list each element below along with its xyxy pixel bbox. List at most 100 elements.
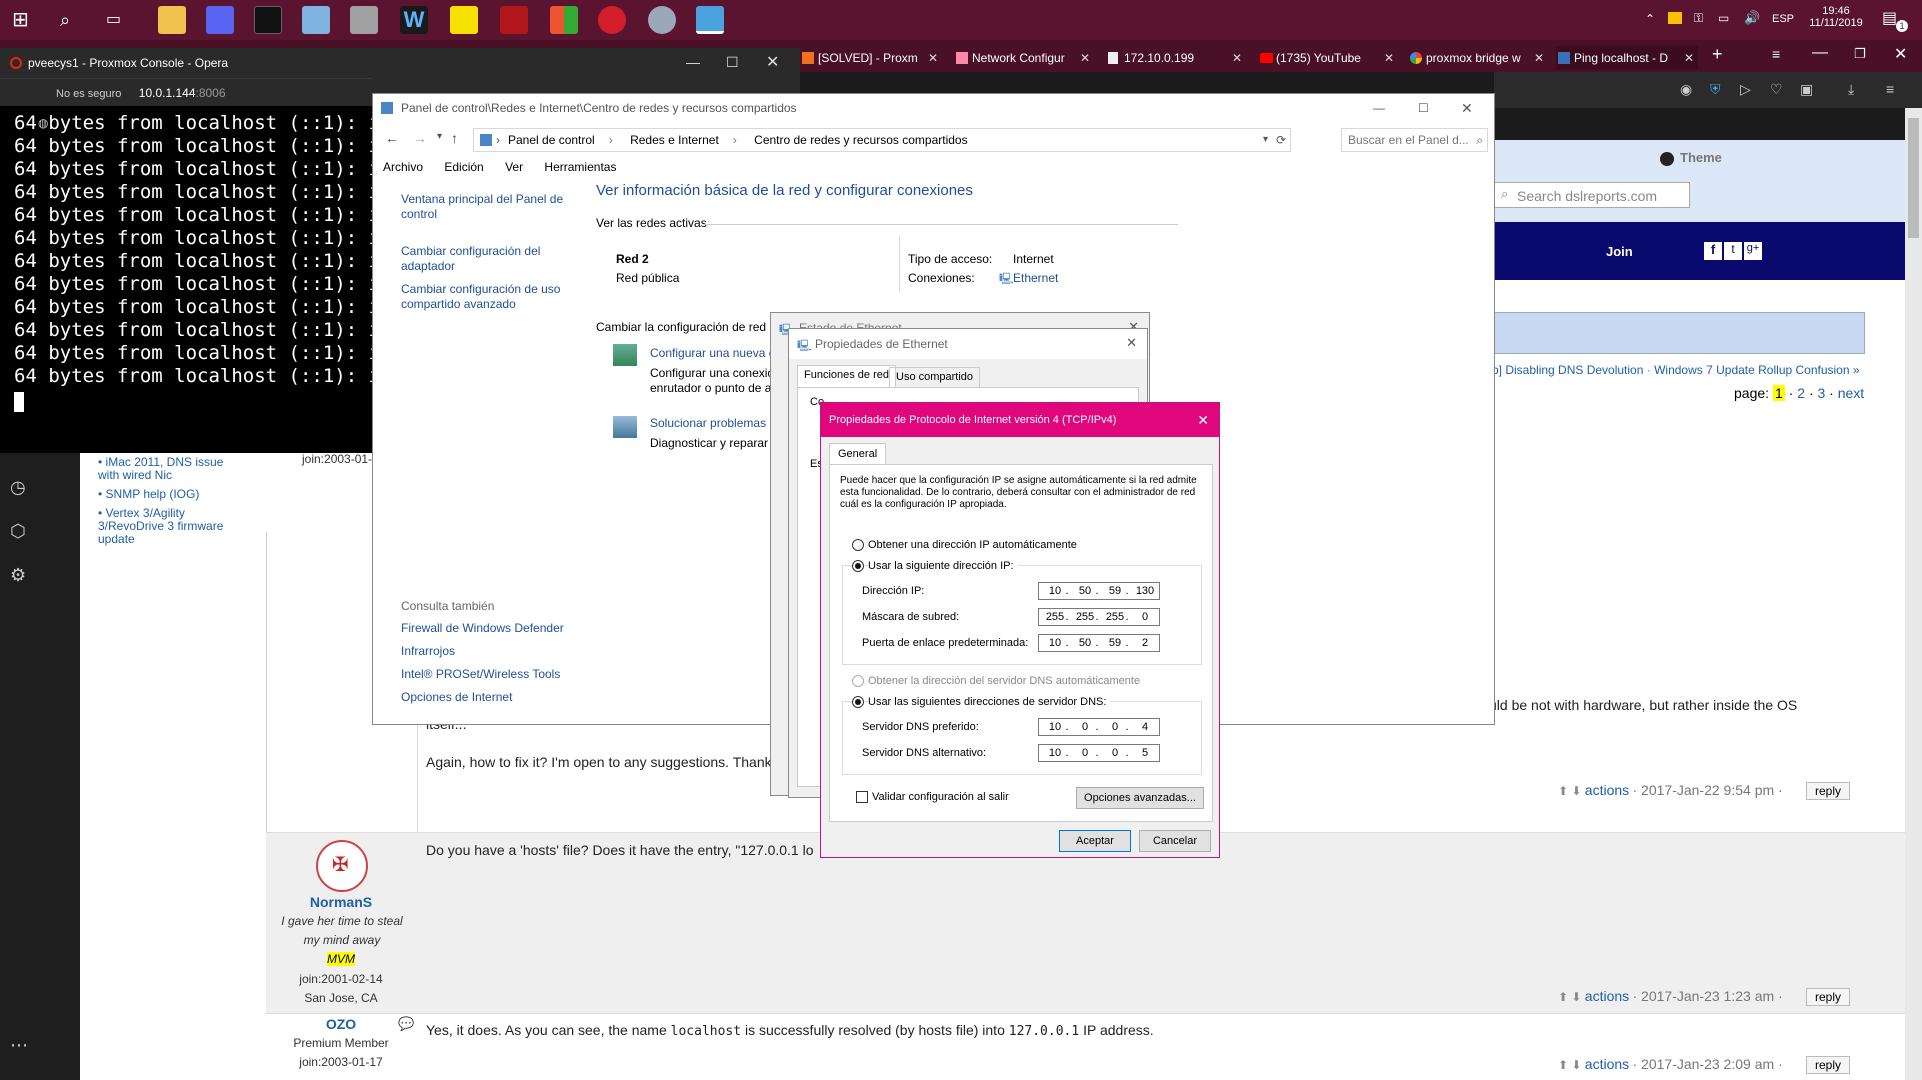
browser-tab[interactable]: proxmox bridge w ✕ — [1408, 46, 1548, 70]
history-icon[interactable]: ◷ — [10, 477, 26, 498]
see-also-link[interactable]: Infrarrojos — [401, 644, 601, 659]
heart-icon[interactable]: ♡ — [1770, 81, 1783, 98]
radio-auto-dns-label[interactable]: Obtener la dirección del servidor DNS au… — [868, 675, 1140, 687]
browser-tab-active[interactable]: Ping localhost - D ✕ — [1556, 46, 1698, 70]
validate-checkbox[interactable] — [856, 791, 868, 803]
vote-icons[interactable]: ⬆ ⬇ — [1558, 990, 1581, 1004]
theme-toggle-icon[interactable] — [1660, 152, 1674, 166]
terminal-icon[interactable] — [254, 6, 282, 34]
scrollbar-thumb[interactable] — [1908, 118, 1919, 238]
see-also-link[interactable]: Intel® PROSet/Wireless Tools — [401, 667, 601, 682]
close-tab-icon[interactable]: ✕ — [1080, 46, 1090, 70]
opera-icon[interactable] — [598, 6, 626, 34]
vote-icons[interactable]: ⬆ ⬇ — [1558, 1058, 1581, 1072]
actions-link[interactable]: actions — [1585, 988, 1629, 1004]
radio-auto-dns[interactable] — [852, 675, 864, 687]
cp-address-bar[interactable]: › Panel de control › Redes e Internet › Ce… — [473, 128, 1291, 152]
close-tab-icon[interactable]: ✕ — [1232, 46, 1242, 70]
refresh-icon[interactable]: ⟳ — [1276, 129, 1286, 151]
easy-setup-icon[interactable]: ▣ — [1800, 81, 1813, 98]
reply-button[interactable]: reply — [1806, 1056, 1851, 1074]
actions-link[interactable]: actions — [1585, 782, 1629, 798]
related-link[interactable]: • Vertex 3/Agility 3/RevoDrive 3 firmwar… — [98, 507, 228, 546]
restore-icon[interactable]: ❐ — [1854, 46, 1866, 62]
close-icon[interactable]: ✕ — [1126, 335, 1137, 351]
cp-home-link[interactable]: Ventana principal del Panel de control — [401, 192, 571, 222]
discord-icon[interactable] — [206, 6, 234, 34]
adapter-settings-link[interactable]: Cambiar configuración del adaptador — [401, 244, 571, 274]
up-icon[interactable]: ↑ — [451, 130, 458, 146]
new-connection-link[interactable]: Configurar una nueva c — [650, 346, 775, 361]
browser-tab[interactable]: 172.10.0.199 ✕ — [1106, 46, 1246, 70]
prev-thread-link[interactable]: b] Disabling DNS Devolution — [1492, 363, 1643, 377]
site-search-input[interactable]: ⌕ Search dslreports.com — [1494, 182, 1690, 208]
advanced-options-button[interactable]: Opciones avanzadas... — [1076, 787, 1204, 809]
related-link[interactable]: • SNMP help (IOG) — [98, 488, 228, 501]
minimize-icon[interactable]: — — [1812, 44, 1828, 62]
forward-icon[interactable]: → — [413, 130, 427, 146]
task-view-icon[interactable]: ▭ — [106, 6, 134, 34]
sticky-notes-icon[interactable] — [450, 6, 478, 34]
volume-icon[interactable]: 🔊 — [1744, 10, 1760, 26]
menu-icon[interactable]: ≡ — [1886, 81, 1894, 97]
extensions-icon[interactable]: ⬡ — [10, 521, 26, 542]
next-thread-link[interactable]: Windows 7 Update Rollup Confusion » — [1654, 363, 1859, 377]
red-app-icon[interactable] — [500, 6, 528, 34]
console-minimize-icon[interactable]: — — [686, 54, 700, 70]
crumb[interactable]: Centro de redes y recursos compartidos — [754, 129, 967, 151]
cancel-button[interactable]: Cancelar — [1139, 830, 1211, 852]
page-1[interactable]: 1 — [1772, 385, 1785, 401]
reply-button[interactable]: reply — [1806, 988, 1851, 1006]
next-page-link[interactable]: next — [1838, 385, 1864, 401]
radio-manual-ip-label[interactable]: Usar la siguiente dirección IP: — [868, 560, 1018, 572]
ip-address-field[interactable]: 10. 50. 59. 130 — [1038, 582, 1160, 600]
tab-uso-compartido[interactable]: Uso compartido — [889, 367, 981, 387]
windows-start-icon[interactable]: ⊞ — [12, 6, 40, 34]
page-2[interactable]: 2 — [1797, 385, 1805, 401]
radio-auto-ip-label[interactable]: Obtener una dirección IP automáticamente — [868, 539, 1077, 551]
tab-menu-icon[interactable]: ≡ — [1772, 46, 1780, 62]
validate-label[interactable]: Validar configuración al salir — [872, 791, 1009, 803]
see-also-link[interactable]: Firewall de Windows Defender — [401, 621, 601, 636]
new-tab-icon[interactable]: + — [1712, 44, 1723, 65]
join-link[interactable]: Join — [1606, 244, 1633, 259]
menu-ver[interactable]: Ver — [505, 160, 523, 174]
ok-button[interactable]: Aceptar — [1059, 830, 1131, 852]
tab-funciones-de-red[interactable]: Funciones de red — [797, 365, 896, 387]
actions-link[interactable]: actions — [1585, 1056, 1629, 1072]
twitter-icon[interactable]: t — [1724, 242, 1742, 260]
radio-auto-ip[interactable] — [852, 539, 864, 551]
console-address-bar[interactable]: ◍ No es seguro 10.0.1.144:8006 — [0, 78, 372, 130]
camera-icon[interactable]: ◉ — [1680, 81, 1692, 98]
menu-edicion[interactable]: Edición — [444, 160, 483, 174]
back-icon[interactable]: ← — [385, 130, 399, 146]
clock[interactable]: 19:46 11/11/2019 — [1806, 5, 1866, 29]
close-tab-icon[interactable]: ✕ — [928, 46, 938, 70]
crumb[interactable]: Panel de control — [508, 129, 595, 151]
download-icon[interactable]: ⤓ — [1848, 81, 1854, 98]
console-close-icon[interactable]: ✕ — [766, 52, 779, 72]
remote-desktop-icon[interactable] — [696, 6, 724, 34]
network-tool-icon[interactable] — [350, 6, 378, 34]
browser-tab[interactable]: Network Configur ✕ — [954, 46, 1094, 70]
cp-maximize-icon[interactable]: ☐ — [1418, 94, 1429, 122]
related-link[interactable]: • iMac 2011, DNS issue with wired Nic — [98, 456, 228, 482]
app-w-icon[interactable]: W — [400, 6, 428, 34]
cp-minimize-icon[interactable]: — — [1373, 94, 1385, 122]
address-dropdown-icon[interactable]: ▾ — [1263, 129, 1268, 151]
menu-archivo[interactable]: Archivo — [383, 160, 423, 174]
settings-icon[interactable]: ⚙ — [10, 565, 26, 586]
post3-username[interactable]: OZO — [266, 1016, 416, 1032]
close-tab-icon[interactable]: ✕ — [1384, 46, 1394, 70]
terminal-output[interactable]: 64 bytes from localhost (::1): ic 64 byt… — [0, 106, 372, 412]
troubleshoot-link[interactable]: Solucionar problemas — [650, 416, 766, 431]
googleplus-icon[interactable]: g+ — [1744, 242, 1762, 260]
subnet-mask-field[interactable]: 255. 255. 255. 0 — [1038, 608, 1160, 626]
radio-manual-dns-label[interactable]: Usar las siguientes direcciones de servi… — [868, 696, 1111, 708]
settings-app-icon[interactable] — [648, 6, 676, 34]
more-icon[interactable]: ⋯ — [10, 1035, 28, 1056]
file-explorer-icon[interactable] — [158, 6, 186, 34]
history-dropdown-icon[interactable]: ▾ — [437, 131, 442, 142]
radio-manual-dns[interactable] — [852, 696, 864, 708]
page-3[interactable]: 3 — [1817, 385, 1825, 401]
